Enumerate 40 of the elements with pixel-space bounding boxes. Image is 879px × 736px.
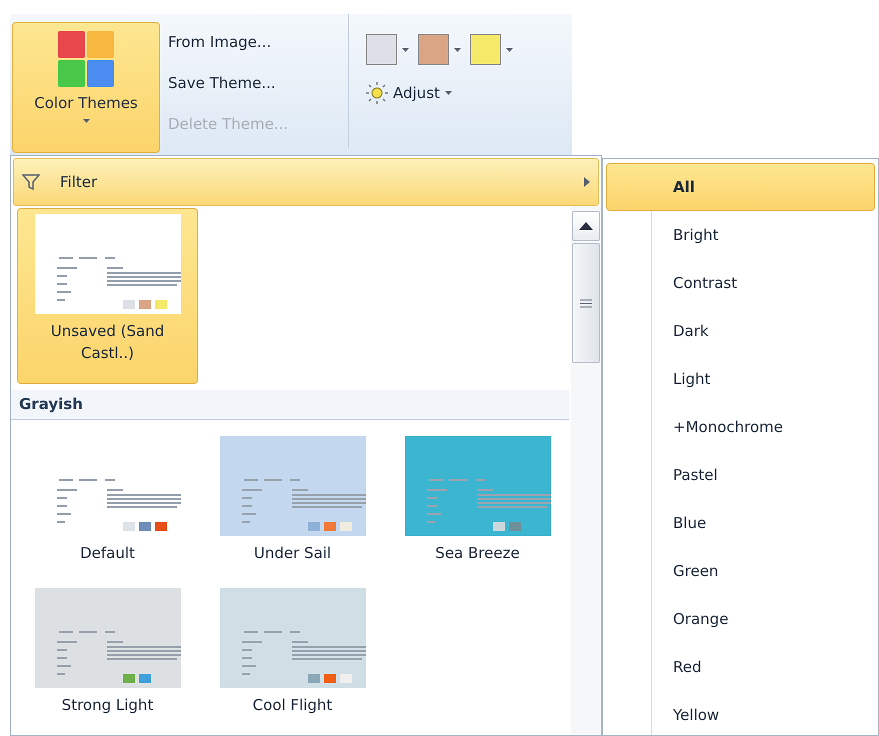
color-picker-button[interactable] — [366, 34, 409, 65]
filter-option[interactable]: Blue — [606, 499, 875, 547]
filter-option[interactable]: Red — [606, 643, 875, 691]
color-picker-button[interactable] — [470, 34, 513, 65]
theme-tile[interactable]: Unsaved (Sand Castl..) — [17, 208, 198, 384]
caret-icon — [444, 91, 452, 96]
caret-icon — [402, 48, 409, 52]
scroll-up-button[interactable] — [572, 211, 600, 241]
filter-option[interactable]: Bright — [606, 211, 875, 259]
section-header: Grayish — [11, 390, 569, 420]
submenu-arrow-icon — [584, 177, 590, 187]
color-themes-button[interactable]: Color Themes — [12, 22, 160, 153]
scroll-thumb[interactable] — [572, 243, 600, 363]
up-arrow-icon — [579, 222, 593, 230]
sun-icon — [366, 82, 388, 104]
filter-option[interactable]: Dark — [606, 307, 875, 355]
filter-option[interactable]: Contrast — [606, 259, 875, 307]
theme-tile[interactable]: Default — [17, 430, 198, 580]
command-button[interactable]: Save Theme... — [168, 65, 348, 101]
caret-icon — [506, 48, 513, 52]
theme-tile[interactable]: Cool Flight — [202, 582, 383, 732]
filter-option[interactable]: Light — [606, 355, 875, 403]
grip-icon — [580, 298, 592, 308]
filter-menu-item[interactable]: Filter — [13, 158, 599, 206]
command-button[interactable]: From Image... — [168, 24, 348, 60]
filter-option[interactable]: +Monochrome — [606, 403, 875, 451]
filter-option[interactable]: Orange — [606, 595, 875, 643]
filter-option[interactable]: Green — [606, 547, 875, 595]
color-picker-button[interactable] — [418, 34, 461, 65]
color-grid-icon — [56, 29, 116, 89]
funnel-icon — [22, 173, 40, 191]
filter-option[interactable]: All — [606, 163, 875, 211]
theme-tile[interactable]: Sea Breeze — [387, 430, 568, 580]
caret-icon — [82, 119, 90, 123]
filter-option[interactable]: Yellow — [606, 691, 875, 736]
theme-tile[interactable]: Under Sail — [202, 430, 383, 580]
adjust-button[interactable]: Adjust — [366, 82, 513, 104]
theme-tile[interactable]: Strong Light — [17, 582, 198, 732]
filter-option[interactable]: Pastel — [606, 451, 875, 499]
caret-icon — [454, 48, 461, 52]
